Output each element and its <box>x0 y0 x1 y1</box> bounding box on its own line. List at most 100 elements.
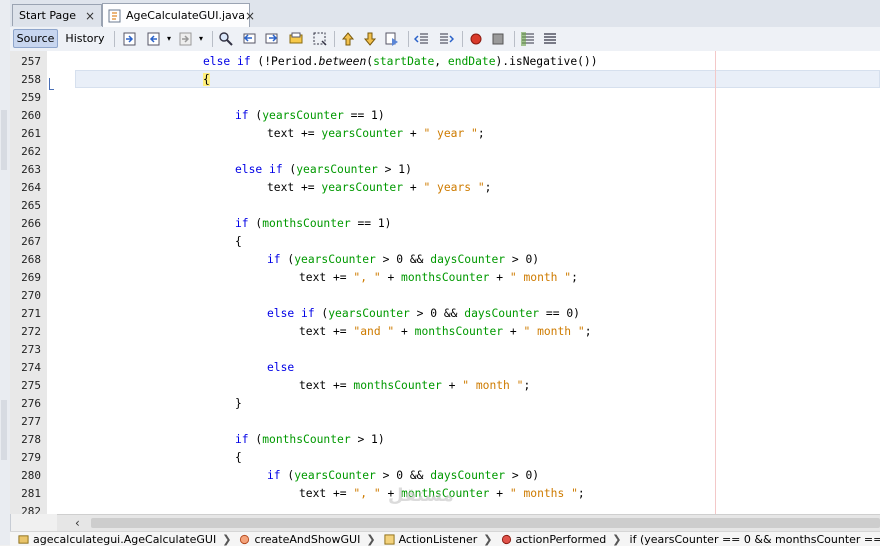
code-line[interactable]: else <box>267 359 294 377</box>
line-number: 282 <box>21 505 41 514</box>
line-number: 278 <box>21 433 41 446</box>
code-token: " month " <box>523 325 585 338</box>
tab-start-page[interactable]: Start Page × <box>12 4 102 26</box>
line-number: 274 <box>21 361 41 374</box>
code-line[interactable]: { <box>235 233 242 251</box>
next-bookmark-icon[interactable] <box>362 31 378 47</box>
find-previous-icon[interactable] <box>242 31 258 47</box>
code-token: ( <box>280 469 295 482</box>
line-number: 258 <box>21 73 41 86</box>
chevron-down-icon[interactable]: ▾ <box>196 29 206 48</box>
code-line[interactable]: text += ", " + monthsCounter + " month "… <box>299 269 578 287</box>
code-line[interactable]: text += "and " + monthsCounter + " month… <box>299 323 592 341</box>
breadcrumb-item-package[interactable]: agecalculategui.AgeCalculateGUI ❯ <box>10 533 231 546</box>
code-line[interactable]: { <box>235 449 242 467</box>
code-line[interactable]: { <box>203 71 210 89</box>
chevron-down-icon[interactable]: ▾ <box>164 29 174 48</box>
code-token: + <box>394 325 415 338</box>
find-next-icon[interactable] <box>264 31 280 47</box>
stop-macro-recording-icon[interactable] <box>490 31 506 47</box>
code-token: == 0) <box>539 307 580 320</box>
code-line[interactable]: if (yearsCounter > 0 && daysCounter > 0) <box>267 251 539 269</box>
code-token: + <box>403 127 424 140</box>
toggle-bookmark-icon[interactable] <box>384 31 400 47</box>
code-token: if <box>267 253 281 266</box>
breadcrumb-label: actionPerformed <box>515 532 607 546</box>
code-token: ", " <box>353 271 381 284</box>
tab-agecalculategui-java[interactable]: AgeCalculateGUI.java × <box>102 3 255 27</box>
code-line[interactable]: else if (yearsCounter > 0 && daysCounter… <box>267 305 580 323</box>
code-token: ( <box>282 163 297 176</box>
line-number: 264 <box>21 181 41 194</box>
fold-column[interactable] <box>47 51 57 514</box>
shift-right-icon[interactable] <box>438 31 454 47</box>
start-macro-recording-icon[interactable] <box>468 31 484 47</box>
horizontal-scrollbar[interactable]: ‹ <box>57 514 880 531</box>
code-token: if <box>267 469 281 482</box>
code-token: yearsCounter <box>294 253 376 266</box>
code-editor[interactable]: else if (!Period.between (startDate, endD… <box>57 51 880 514</box>
code-line[interactable]: text += monthsCounter + " month "; <box>299 377 530 395</box>
code-line[interactable]: if (monthsCounter == 1) <box>235 215 391 233</box>
code-token: + <box>441 379 463 392</box>
forward-icon[interactable] <box>178 31 194 47</box>
close-icon[interactable]: × <box>245 9 255 23</box>
code-token: ( <box>248 109 263 122</box>
toolbar-separator <box>408 31 409 47</box>
code-token: if <box>235 433 249 446</box>
toggle-highlight-icon[interactable] <box>288 31 304 47</box>
code-token: if <box>269 163 283 176</box>
close-icon[interactable]: × <box>85 9 95 23</box>
breadcrumb-label: agecalculategui.AgeCalculateGUI <box>33 532 217 546</box>
code-token: + <box>489 271 510 284</box>
breadcrumb-label: ActionListener <box>398 532 478 546</box>
code-token: ).isNegative()) <box>495 55 598 68</box>
code-line[interactable]: if (monthsCounter > 1) <box>235 431 385 449</box>
back-icon[interactable] <box>146 31 162 47</box>
history-button[interactable]: History <box>62 29 108 48</box>
previous-bookmark-icon[interactable] <box>340 31 356 47</box>
breadcrumb-item-if[interactable]: if (yearsCounter == 0 && monthsCounter =… <box>622 533 880 546</box>
comment-icon[interactable] <box>520 31 536 47</box>
find-icon[interactable] <box>218 31 234 47</box>
uncomment-icon[interactable] <box>542 31 558 47</box>
line-number: 259 <box>21 91 41 104</box>
scroll-left-icon[interactable]: ‹ <box>75 515 80 531</box>
code-token: startDate <box>373 55 435 68</box>
current-line-highlight <box>75 70 880 88</box>
code-token: ( <box>248 433 263 446</box>
source-button[interactable]: Source <box>13 29 58 48</box>
code-line[interactable]: } <box>235 395 242 413</box>
code-token: monthsCounter <box>262 433 351 446</box>
code-token: monthsCounter <box>401 271 490 284</box>
code-line[interactable]: else if (yearsCounter > 1) <box>235 161 412 179</box>
breadcrumb-label: if (yearsCounter == 0 && monthsCounter =… <box>629 532 880 546</box>
toolbar-separator <box>514 31 515 47</box>
line-number: 277 <box>21 415 41 428</box>
breadcrumb-item-class[interactable]: ActionListener ❯ <box>376 533 493 546</box>
chevron-right-icon: ❯ <box>612 532 622 546</box>
fold-marker <box>49 89 54 90</box>
line-number: 279 <box>21 451 41 464</box>
scrollbar-thumb[interactable] <box>91 518 880 528</box>
code-line[interactable]: text += yearsCounter + " year "; <box>267 125 485 143</box>
code-line[interactable]: if (yearsCounter == 1) <box>235 107 385 125</box>
tab-label: AgeCalculateGUI.java <box>126 9 246 22</box>
shift-left-icon[interactable] <box>414 31 430 47</box>
code-line[interactable]: else if (!Period.between(startDate, endD… <box>203 53 598 71</box>
breadcrumb-item-action-performed[interactable]: actionPerformed ❯ <box>493 533 622 546</box>
line-number: 270 <box>21 289 41 302</box>
code-line[interactable]: text += yearsCounter + " years "; <box>267 179 491 197</box>
code-line[interactable]: if (yearsCounter > 0 && daysCounter > 0) <box>267 467 539 485</box>
code-token: ( <box>314 307 329 320</box>
code-token: ; <box>477 127 485 140</box>
rectangular-selection-icon[interactable] <box>312 31 328 47</box>
last-edit-icon[interactable] <box>122 31 138 47</box>
line-number: 275 <box>21 379 41 392</box>
line-number-gutter[interactable]: 257 258 259 260 261 262 263 264 265 266 267 268 269 2… <box>10 51 48 514</box>
code-token: monthsCounter <box>353 379 442 392</box>
code-token: daysCounter <box>430 253 506 266</box>
line-number: 273 <box>21 343 41 356</box>
breadcrumb-item-method[interactable]: createAndShowGUI ❯ <box>231 533 376 546</box>
line-number: 261 <box>21 127 41 140</box>
